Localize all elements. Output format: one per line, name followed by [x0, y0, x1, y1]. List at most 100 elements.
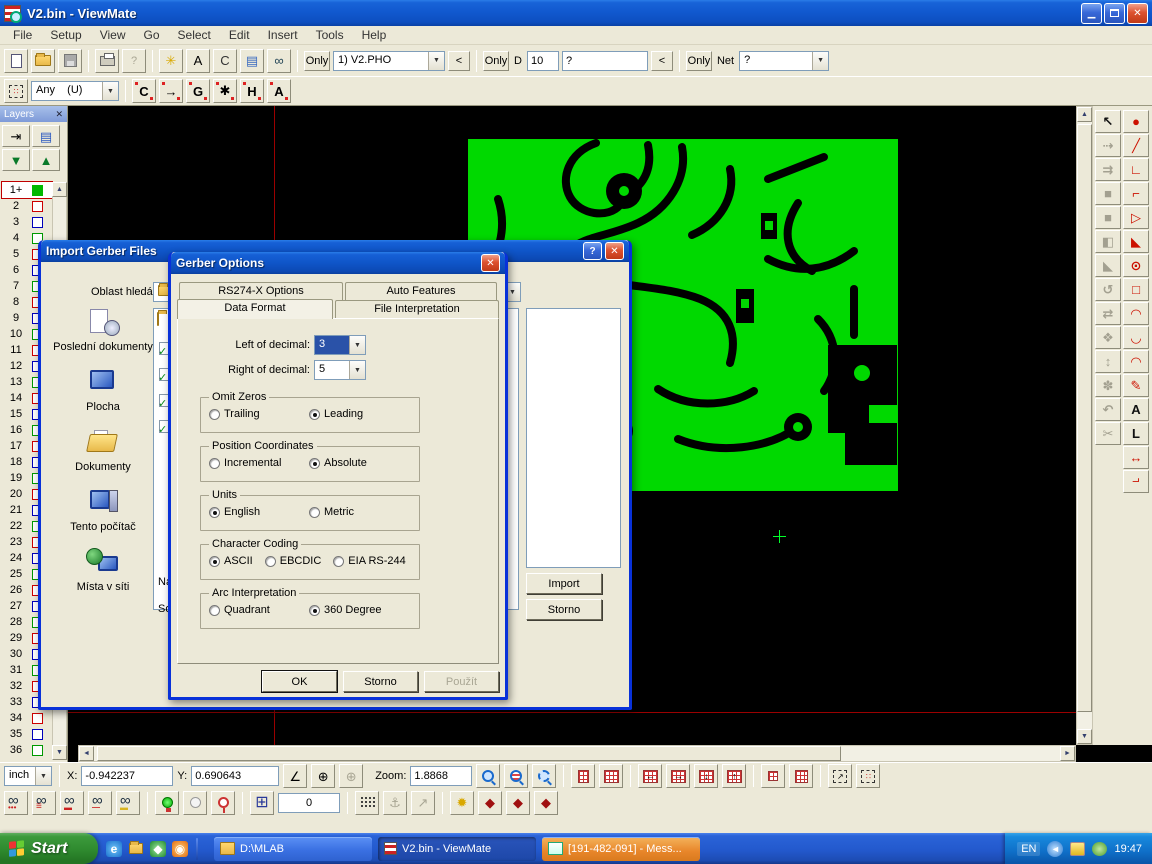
menu-select[interactable]: Select: [169, 26, 220, 44]
chevron-down-icon[interactable]: ▼: [35, 767, 51, 785]
angle-measure-button[interactable]: ∠: [283, 764, 307, 788]
print-button[interactable]: [95, 49, 119, 73]
component-letter-button-4[interactable]: H: [240, 79, 264, 103]
left-of-decimal-select[interactable]: 3 ▼: [314, 335, 366, 355]
layer-row[interactable]: 3: [2, 214, 52, 230]
close-button[interactable]: ✕: [1127, 3, 1148, 24]
layer-row[interactable]: 1+: [2, 182, 52, 198]
net-select[interactable]: ? ▼: [739, 51, 829, 71]
cancel-button[interactable]: Storno: [343, 671, 418, 692]
previous-dcode-button[interactable]: <: [448, 51, 470, 71]
draw-dimension-button[interactable]: ↔: [1123, 446, 1149, 469]
zoom-in-button[interactable]: [476, 764, 500, 788]
previous-net-button[interactable]: <: [651, 51, 673, 71]
import-button[interactable]: Import: [526, 573, 602, 594]
select-pattern-button[interactable]: ∷: [4, 79, 28, 103]
menu-setup[interactable]: Setup: [41, 26, 90, 44]
tab-auto-features[interactable]: Auto Features: [345, 282, 497, 300]
filled-square-alt-button[interactable]: ■: [1095, 206, 1121, 229]
chevron-down-icon[interactable]: ▼: [102, 82, 118, 100]
canvas-vertical-scrollbar[interactable]: ▲ ▼: [1076, 106, 1093, 745]
radio-incremental[interactable]: Incremental: [209, 457, 297, 469]
menu-view[interactable]: View: [91, 26, 135, 44]
layer-color-swatch[interactable]: [32, 729, 43, 740]
draw-text-button[interactable]: A: [1123, 398, 1149, 421]
taskbar-task-0[interactable]: D:\MLAB: [214, 837, 372, 861]
radio-leading[interactable]: Leading: [309, 408, 363, 420]
layer-down-button[interactable]: ▼: [2, 149, 30, 171]
component-letter-button-5[interactable]: A: [267, 79, 291, 103]
d-value-field[interactable]: 10: [527, 51, 559, 71]
scroll-right-button[interactable]: ►: [1060, 746, 1075, 761]
panes-button[interactable]: ⊞: [250, 791, 274, 815]
zoom-grid-button[interactable]: [504, 764, 528, 788]
dialog-help-button[interactable]: ?: [583, 242, 602, 260]
layer-film-button[interactable]: ▤: [32, 125, 60, 147]
menu-edit[interactable]: Edit: [220, 26, 259, 44]
component-letter-button-0[interactable]: C: [132, 79, 156, 103]
units-select[interactable]: inch ▼: [4, 766, 52, 786]
spread-button[interactable]: ↕: [1095, 350, 1121, 373]
draw-outline-button[interactable]: ⌐: [1123, 470, 1149, 493]
layer-color-swatch[interactable]: [32, 185, 43, 196]
select-cursor-button[interactable]: ↖: [1095, 110, 1121, 133]
layers-scroll-down[interactable]: ▼: [52, 745, 67, 760]
apply-button[interactable]: Použít: [424, 671, 499, 692]
menu-go[interactable]: Go: [135, 26, 169, 44]
center-view-button[interactable]: ⊕: [339, 764, 363, 788]
chevron-down-icon[interactable]: ▼: [428, 52, 444, 70]
snap-button[interactable]: ↗: [411, 791, 435, 815]
radio-english[interactable]: English: [209, 506, 297, 518]
draw-curve-button[interactable]: ◡: [1123, 326, 1149, 349]
quicklaunch-app-icon[interactable]: ◆: [150, 841, 166, 857]
grid-step-left-button[interactable]: ←: [638, 764, 662, 788]
only-net-button[interactable]: Only: [686, 51, 712, 71]
draw-corner-button[interactable]: ⌐: [1123, 182, 1149, 205]
y-coordinate-field[interactable]: 0.690643: [191, 766, 279, 786]
radio-360-degree[interactable]: 360 Degree: [309, 604, 382, 616]
x-coordinate-field[interactable]: -0.942237: [81, 766, 173, 786]
radio-quadrant[interactable]: Quadrant: [209, 604, 297, 616]
draw-arc-button[interactable]: ◠: [1123, 302, 1149, 325]
layers-panel-titlebar[interactable]: Layers ✕: [0, 106, 67, 122]
menu-insert[interactable]: Insert: [259, 26, 307, 44]
only-d-button[interactable]: Only: [483, 51, 509, 71]
flash-mode-button[interactable]: ✹: [450, 791, 474, 815]
pad-mode-button[interactable]: ◆: [478, 791, 502, 815]
chevron-down-icon[interactable]: ▼: [349, 336, 365, 354]
node-edit-button[interactable]: ✂: [1095, 422, 1121, 445]
dcode-view-button[interactable]: C: [213, 49, 237, 73]
d-search-field[interactable]: ?: [562, 51, 648, 71]
gerber-dialog-titlebar[interactable]: Gerber Options ✕: [171, 252, 505, 274]
zoom-window-button[interactable]: [532, 764, 556, 788]
highlight-active-button[interactable]: [155, 791, 179, 815]
quicklaunch-folder-icon[interactable]: [128, 841, 144, 857]
restore-button[interactable]: [1104, 3, 1125, 24]
shear-button[interactable]: ◣: [1095, 254, 1121, 277]
layers-close-icon[interactable]: ✕: [55, 109, 63, 120]
layer-row[interactable]: 2: [2, 198, 52, 214]
horizontal-scroll-thumb[interactable]: [97, 746, 841, 761]
place-my-computer[interactable]: Tento počítač: [53, 488, 153, 533]
apertures-button[interactable]: A: [186, 49, 210, 73]
filled-square-button[interactable]: ■: [1095, 182, 1121, 205]
chevron-down-icon[interactable]: ▼: [812, 52, 828, 70]
tab-data-format[interactable]: Data Format: [177, 299, 333, 319]
layer-up-button[interactable]: ▲: [32, 149, 60, 171]
layer-color-swatch[interactable]: [32, 217, 43, 228]
layer-row[interactable]: 34: [2, 710, 52, 726]
quicklaunch-ie-icon[interactable]: e: [106, 841, 122, 857]
save-file-button[interactable]: [58, 49, 82, 73]
tray-collapse-button[interactable]: ◄: [1047, 841, 1063, 857]
scroll-left-button[interactable]: ◄: [79, 746, 94, 761]
copy-dcode-button[interactable]: ⇉: [1095, 158, 1121, 181]
undo-button[interactable]: ↶: [1095, 398, 1121, 421]
draw-polyline-button[interactable]: ∟: [1123, 158, 1149, 181]
view-outline-button[interactable]: [88, 791, 112, 815]
component-letter-button-1[interactable]: →: [159, 79, 183, 103]
draw-flash-button[interactable]: ▷: [1123, 206, 1149, 229]
dock-layer-button[interactable]: ⇥: [2, 125, 30, 147]
highlight-off-button[interactable]: [183, 791, 207, 815]
menu-help[interactable]: Help: [353, 26, 396, 44]
grid-step-up-button[interactable]: ↑: [722, 764, 746, 788]
